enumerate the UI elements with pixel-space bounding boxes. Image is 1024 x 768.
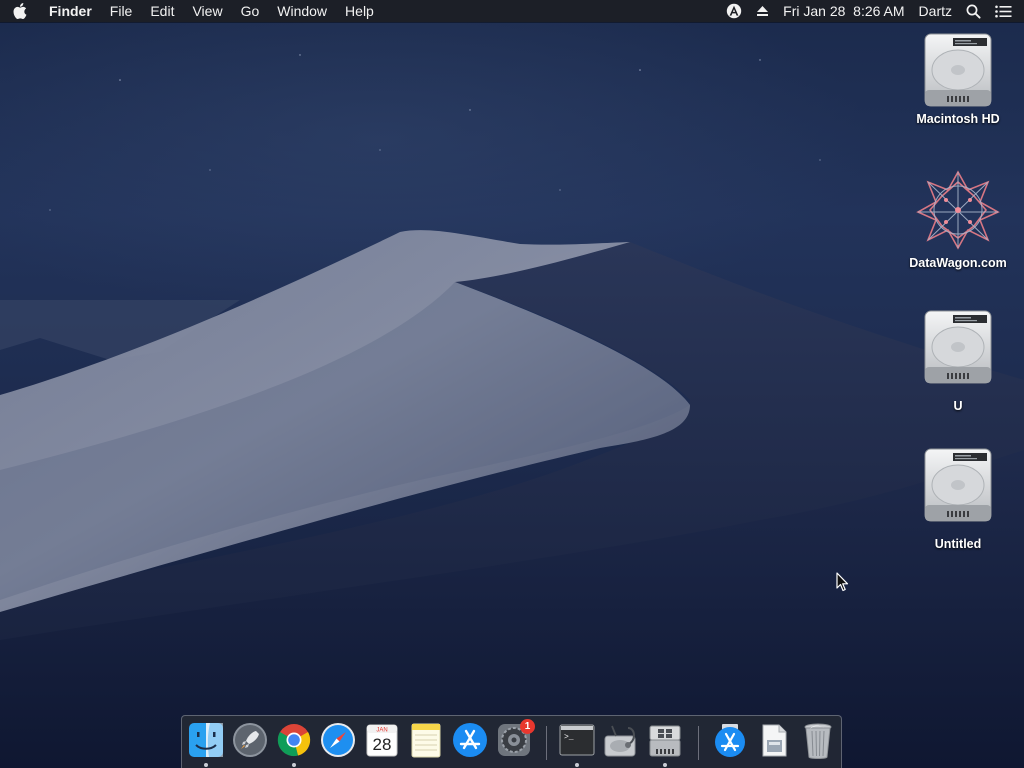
notes-icon	[411, 723, 441, 758]
running-indicator	[292, 763, 296, 767]
desktop-icon-datawagon[interactable]: DataWagon.com	[898, 168, 1018, 270]
notification-center-icon[interactable]	[988, 0, 1024, 22]
dock-calendar[interactable]: JAN 28	[363, 722, 401, 762]
desktop-wallpaper	[0, 0, 1024, 768]
running-indicator	[575, 763, 579, 767]
dock-documents[interactable]	[755, 722, 793, 762]
dock-trash[interactable]	[799, 722, 837, 762]
dock-terminal[interactable]: >_	[558, 722, 596, 762]
dock-separator	[546, 726, 547, 760]
calendar-month: JAN	[376, 728, 387, 734]
hard-drive-icon	[924, 448, 992, 522]
hard-drive-icon	[924, 33, 992, 107]
desktop-icon-label: DataWagon.com	[909, 256, 1007, 270]
hard-drive-icon	[924, 310, 992, 384]
running-indicator	[663, 763, 667, 767]
dock-notes[interactable]	[407, 722, 445, 762]
desktop-icon-label: Macintosh HD	[916, 112, 1000, 126]
notification-badge: 1	[520, 719, 535, 734]
dock-applications-folder[interactable]	[711, 722, 749, 762]
terminal-icon: >_	[559, 724, 595, 756]
launchpad-icon	[233, 723, 267, 757]
running-indicator	[204, 763, 208, 767]
menu-help[interactable]: Help	[336, 0, 383, 22]
spotlight-search-icon[interactable]	[959, 0, 988, 22]
bootcamp-icon	[649, 725, 681, 757]
menu-bar: Finder File Edit View Go Window Help Fri…	[0, 0, 1024, 22]
clock-datetime[interactable]: Fri Jan 28 8:26 AM	[776, 0, 911, 22]
menu-edit[interactable]: Edit	[141, 0, 183, 22]
eject-icon[interactable]	[749, 0, 776, 22]
apple-menu-icon[interactable]	[0, 0, 40, 22]
disk-utility-icon	[604, 725, 636, 757]
dock-launchpad[interactable]	[231, 722, 269, 762]
calendar-icon: JAN 28	[366, 724, 398, 757]
chrome-icon	[277, 724, 311, 757]
app-store-icon	[453, 723, 487, 757]
dock: JAN 28 1 >_	[181, 715, 842, 768]
terminal-prompt: >_	[564, 733, 574, 742]
dock-separator	[698, 726, 699, 760]
dock-bootcamp-assistant[interactable]	[646, 722, 684, 762]
user-account-menu[interactable]: Dartz	[912, 0, 959, 22]
desktop-icon-label: U	[953, 399, 963, 413]
dock-chrome[interactable]	[275, 722, 313, 762]
menu-view[interactable]: View	[183, 0, 231, 22]
desktop-icon-u[interactable]: U	[898, 309, 1018, 413]
dock-safari[interactable]	[319, 722, 357, 762]
dock-app-store[interactable]	[451, 722, 489, 762]
dock-finder[interactable]	[187, 722, 225, 762]
desktop-icon-label: Untitled	[934, 537, 982, 551]
desktop-icon-untitled[interactable]: Untitled	[898, 447, 1018, 551]
menu-file[interactable]: File	[101, 0, 142, 22]
menu-window[interactable]: Window	[268, 0, 336, 22]
trash-icon	[804, 723, 832, 759]
app-menu-finder[interactable]: Finder	[40, 0, 101, 22]
document-stack-icon	[762, 724, 787, 757]
dock-disk-utility[interactable]	[602, 722, 640, 762]
applications-folder-icon	[715, 724, 745, 757]
finder-icon	[189, 723, 223, 757]
dock-system-preferences[interactable]: 1	[495, 719, 535, 762]
menu-go[interactable]: Go	[232, 0, 269, 22]
mouse-pointer-icon	[836, 572, 849, 592]
calendar-day: 28	[373, 735, 392, 754]
accessibility-status-icon[interactable]	[719, 0, 749, 22]
desktop-icon-macintosh-hd[interactable]: Macintosh HD	[898, 32, 1018, 126]
safari-icon	[321, 723, 355, 757]
datawagon-disk-icon	[916, 170, 1000, 250]
